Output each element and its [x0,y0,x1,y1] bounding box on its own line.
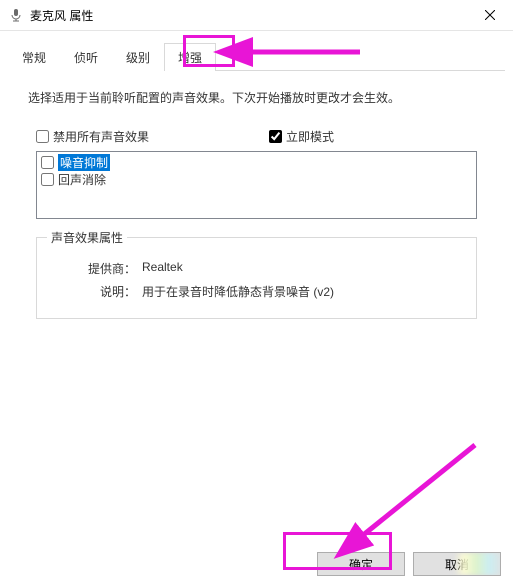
cancel-button[interactable]: 取消 [413,552,501,576]
property-key: 说明： [47,283,142,300]
tab-general[interactable]: 常规 [8,43,60,71]
microphone-icon [8,7,24,23]
annotation-arrow-bottom [345,435,485,558]
tab-levels[interactable]: 级别 [112,43,164,71]
disable-all-effects-input[interactable] [36,130,49,143]
immediate-mode-label: 立即模式 [286,128,334,145]
title-bar: 麦克风 属性 [0,0,513,31]
tab-content: 选择适用于当前聆听配置的声音效果。下次开始播放时更改才会生效。 禁用所有声音效果… [0,71,513,319]
disable-all-effects-label: 禁用所有声音效果 [53,128,149,145]
effect-checkbox[interactable] [41,173,54,186]
property-value: 用于在录音时降低静态背景噪音 (v2) [142,283,466,300]
effects-listbox[interactable]: 噪音抑制 回声消除 [36,151,477,219]
effect-label: 噪音抑制 [58,154,110,171]
property-key: 提供商： [47,260,142,277]
tab-enhancements[interactable]: 增强 [164,43,216,71]
effect-checkbox[interactable] [41,156,54,169]
close-icon [485,10,495,20]
dialog-button-row: 确定 取消 [0,552,513,576]
top-checkbox-row: 禁用所有声音效果 立即模式 [36,128,485,145]
description-text: 选择适用于当前聆听配置的声音效果。下次开始播放时更改才会生效。 [28,89,485,108]
immediate-mode-checkbox[interactable]: 立即模式 [269,128,334,145]
close-button[interactable] [467,0,513,31]
disable-all-effects-checkbox[interactable]: 禁用所有声音效果 [36,128,149,145]
tab-listen[interactable]: 侦听 [60,43,112,71]
immediate-mode-input[interactable] [269,130,282,143]
list-item[interactable]: 噪音抑制 [39,154,474,171]
property-row: 说明： 用于在录音时降低静态背景噪音 (v2) [47,283,466,300]
effect-properties-group: 声音效果属性 提供商： Realtek 说明： 用于在录音时降低静态背景噪音 (… [36,229,477,319]
tab-strip: 常规 侦听 级别 增强 [0,43,513,71]
property-row: 提供商： Realtek [47,260,466,277]
ok-button[interactable]: 确定 [317,552,405,576]
property-value: Realtek [142,260,466,277]
effect-properties-legend: 声音效果属性 [47,229,127,246]
list-item[interactable]: 回声消除 [39,171,474,188]
effect-label: 回声消除 [58,171,106,188]
window-title: 麦克风 属性 [30,7,467,24]
